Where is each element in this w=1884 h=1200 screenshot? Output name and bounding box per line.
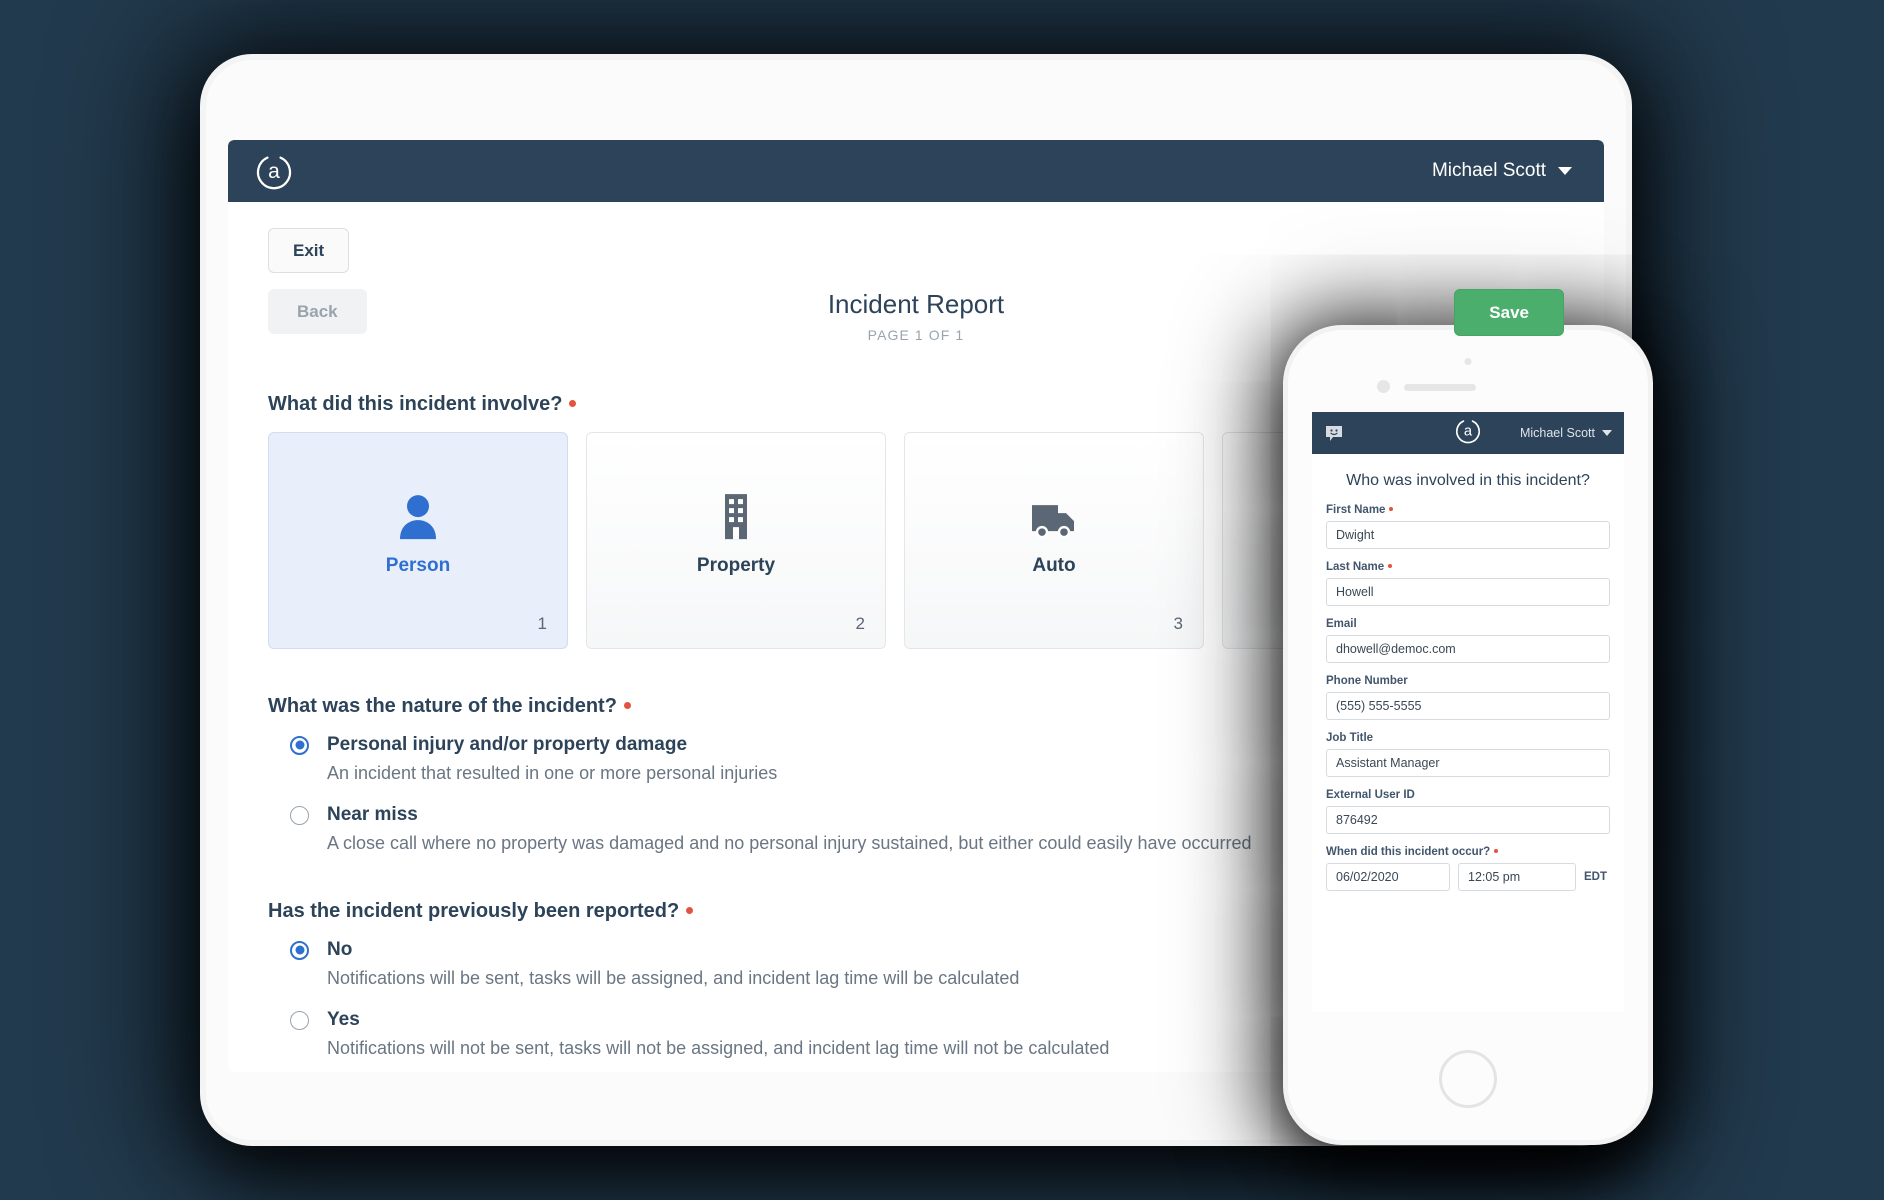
person-icon [269,491,567,541]
field-first-name: First Name [1326,504,1610,549]
chevron-down-icon [1602,430,1612,436]
first-name-input[interactable] [1326,521,1610,549]
field-label: Phone Number [1326,675,1408,687]
radio-label: Personal injury and/or property damage [327,734,688,755]
card-label: Auto [1032,554,1076,576]
job-title-input[interactable] [1326,749,1610,777]
phone-user-menu[interactable]: Michael Scott [1520,426,1612,440]
field-job-title: Job Title [1326,732,1610,777]
radio-button-near-miss[interactable] [290,805,309,825]
field-last-name: Last Name [1326,561,1610,606]
field-label: Job Title [1326,732,1374,744]
card-inner: Person [269,491,567,577]
incident-type-card-person[interactable]: Person 1 [268,432,568,649]
field-label: Email [1326,618,1357,630]
phone-camera [1377,380,1390,393]
a-logo-icon: a [254,151,294,191]
field-phone-number: Phone Number [1326,675,1610,720]
incident-type-card-property[interactable]: Property 2 [586,432,886,649]
phone-page-title: Who was involved in this incident? [1346,472,1590,489]
phone-user-menu-label: Michael Scott [1519,426,1595,440]
phone-screen: a Michael Scott Who was involved in this… [1312,412,1624,1012]
radio-button-personal-injury[interactable] [290,735,309,755]
chevron-down-icon [1558,167,1572,175]
card-number: 3 [1173,614,1183,633]
svg-text:a: a [1464,423,1473,439]
building-icon [587,491,885,541]
phone-device: a Michael Scott Who was involved in this… [1288,330,1648,1140]
save-button[interactable]: Save [1454,289,1564,336]
field-label: External User ID [1326,789,1415,801]
last-name-input[interactable] [1326,578,1610,606]
exit-row: Exit [268,228,1564,273]
scene: a Michael Scott Exit Back Incident Repor… [0,0,1884,1200]
radio-label: Yes [327,1009,360,1030]
email-input[interactable] [1326,635,1610,663]
field-incident-datetime: When did this incident occur? EDT [1326,846,1610,891]
exit-button[interactable]: Exit [268,228,350,273]
radio-button-yes[interactable] [290,1010,309,1030]
phone-speaker [1404,384,1476,391]
page-title: Incident Report [827,289,1005,319]
svg-text:a: a [268,160,280,183]
back-button[interactable]: Back [268,289,367,334]
required-dot [1388,564,1393,569]
user-menu-label: Michael Scott [1431,160,1546,181]
card-inner: Auto [905,491,1203,577]
datetime-row: EDT [1326,863,1610,891]
card-label: Person [385,554,451,576]
radio-label: No [327,939,353,960]
a-logo-icon: a [1454,417,1482,450]
required-dot [623,702,631,710]
required-dot [1494,849,1499,854]
phone-form: First Name Last Name Email Phone Number [1312,504,1624,891]
radio-button-no[interactable] [290,940,309,960]
field-label: When did this incident occur? [1326,846,1610,858]
radio-label: Near miss [327,804,418,825]
card-label: Property [696,554,776,576]
required-dot [1389,507,1394,512]
incident-time-input[interactable] [1458,863,1576,891]
chat-bubble-icon[interactable] [1324,423,1344,443]
truck-icon [905,491,1203,541]
card-inner: Property [587,491,885,577]
field-email: Email [1326,618,1610,663]
card-number: 2 [855,614,865,633]
required-dot [569,400,577,408]
external-user-id-input[interactable] [1326,806,1610,834]
phone-sensor [1464,358,1472,365]
timezone-label: EDT [1584,871,1607,883]
user-menu[interactable]: Michael Scott [1432,160,1578,182]
phone-home-button[interactable] [1439,1050,1497,1108]
incident-type-card-auto[interactable]: Auto 3 [904,432,1204,649]
phone-number-input[interactable] [1326,692,1610,720]
phone-app-bar: a Michael Scott [1312,412,1624,454]
field-label: First Name [1326,504,1610,516]
tablet-app-bar: a Michael Scott [228,140,1604,202]
field-label: Last Name [1326,561,1610,573]
field-external-user-id: External User ID [1326,789,1610,834]
card-number: 1 [537,614,547,633]
save-button-wrap: Save [1454,289,1564,336]
incident-date-input[interactable] [1326,863,1450,891]
required-dot [686,907,694,915]
